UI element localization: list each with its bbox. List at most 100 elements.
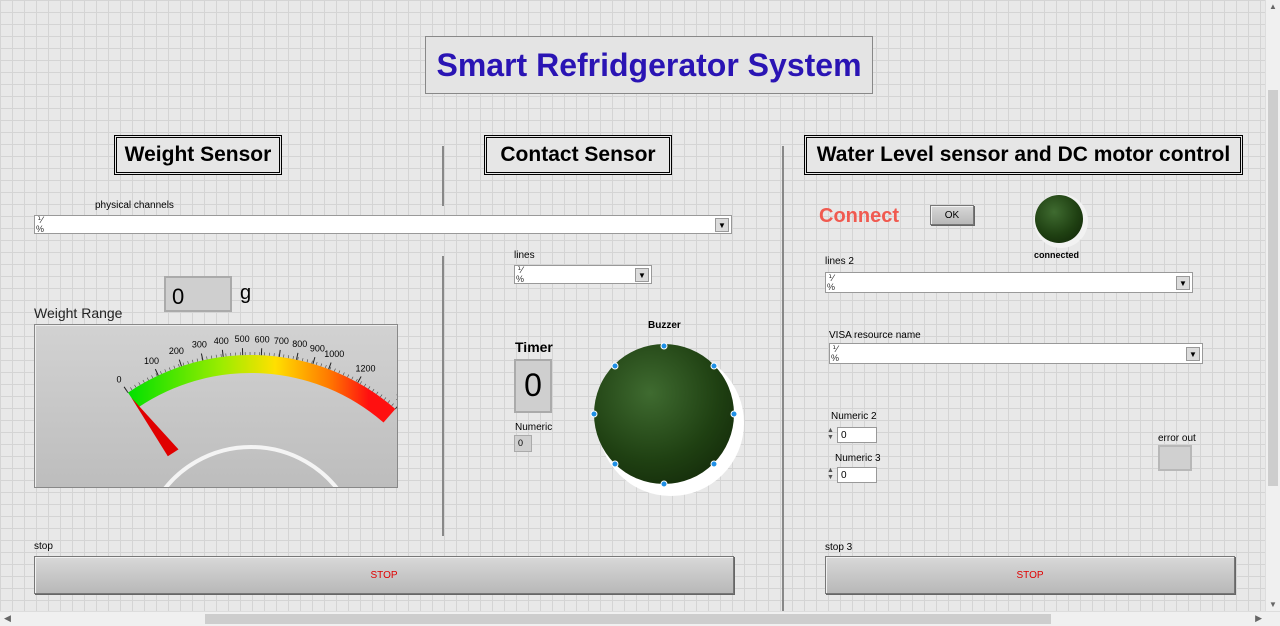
gauge-tick-label: 200 bbox=[169, 346, 184, 356]
numeric2-spinner[interactable]: ▲ ▼ bbox=[826, 427, 835, 441]
gauge-tick-label: 400 bbox=[214, 336, 229, 346]
numeric2-input[interactable]: 0 bbox=[837, 427, 877, 443]
timer-display: 0 bbox=[514, 359, 552, 413]
lines-label: lines bbox=[514, 250, 535, 261]
lines2-label: lines 2 bbox=[825, 256, 854, 267]
chevron-down-icon[interactable]: ▼ bbox=[635, 268, 649, 282]
gauge-tick bbox=[357, 376, 362, 383]
gauge-needle bbox=[131, 397, 179, 457]
gauge-tick-label: 300 bbox=[192, 340, 207, 350]
numeric3-input[interactable]: 0 bbox=[837, 467, 877, 483]
gauge-minor-tick bbox=[146, 377, 149, 381]
connect-label: Connect bbox=[819, 205, 899, 227]
vertical-scrollbar[interactable]: ▲ ▼ bbox=[1265, 0, 1280, 612]
contact-sensor-title: Contact Sensor bbox=[484, 135, 672, 175]
divider-water bbox=[782, 146, 784, 612]
chevron-down-icon[interactable]: ▼ bbox=[1176, 276, 1190, 290]
visa-label: VISA resource name bbox=[829, 330, 921, 341]
gauge-minor-tick bbox=[351, 376, 354, 380]
numeric-label: Numeric bbox=[515, 422, 553, 433]
stop-label: stop bbox=[34, 541, 53, 552]
gauge-minor-tick bbox=[287, 355, 290, 359]
gauge-minor-tick bbox=[355, 378, 358, 382]
buzzer-selection-handles bbox=[590, 342, 738, 488]
gauge-inner-arc bbox=[158, 445, 344, 497]
gauge-tick bbox=[154, 368, 159, 376]
gauge-tick-label: 1000 bbox=[324, 349, 344, 359]
gauge-minor-tick bbox=[380, 394, 383, 398]
gauge-tick bbox=[178, 359, 182, 367]
ok-button[interactable]: OK bbox=[930, 205, 974, 225]
horizontal-scroll-thumb[interactable] bbox=[205, 614, 1051, 624]
gauge-tick-label: 1200 bbox=[355, 364, 375, 374]
gauge-tick-label: 0 bbox=[117, 374, 122, 384]
physical-channels-label: physical channels bbox=[95, 200, 174, 211]
lines2-select[interactable]: ⅟% ▼ bbox=[825, 272, 1193, 293]
gauge-minor-tick bbox=[168, 367, 171, 371]
gauge-minor-tick bbox=[306, 359, 309, 363]
gauge-tick bbox=[328, 362, 332, 370]
gauge-minor-tick bbox=[325, 365, 327, 369]
numeric2-label: Numeric 2 bbox=[831, 411, 877, 422]
gauge-tick-label: 900 bbox=[310, 344, 325, 354]
gauge-tick-label: 600 bbox=[255, 334, 270, 344]
gauge-minor-tick bbox=[206, 356, 208, 360]
gauge-tick-label: 100 bbox=[144, 356, 159, 366]
visa-icon: ⅟% bbox=[830, 343, 839, 363]
stop-button[interactable]: STOP bbox=[34, 556, 734, 594]
gauge-minor-tick bbox=[187, 361, 189, 365]
gauge-minor-tick bbox=[368, 386, 371, 390]
gauge-tick-label: 500 bbox=[235, 334, 250, 344]
numeric3-label: Numeric 3 bbox=[835, 453, 881, 464]
gauge-minor-tick bbox=[364, 383, 367, 387]
gauge-minor-tick bbox=[292, 356, 294, 360]
gauge-minor-tick bbox=[142, 379, 145, 383]
timer-label: Timer bbox=[515, 339, 553, 355]
gauge-minor-tick bbox=[164, 369, 167, 373]
gauge-tick bbox=[221, 349, 224, 357]
scroll-left-icon[interactable]: ◀ bbox=[4, 613, 11, 624]
gauge-minor-tick bbox=[342, 372, 345, 376]
stop3-label: stop 3 bbox=[825, 542, 853, 553]
numeric3-spinner[interactable]: ▲ ▼ bbox=[826, 467, 835, 481]
scroll-down-icon[interactable]: ▼ bbox=[1269, 600, 1277, 609]
visa-resource-select[interactable]: ⅟% ▼ bbox=[829, 343, 1203, 364]
numeric-indicator: 0 bbox=[514, 435, 532, 452]
vertical-scroll-thumb[interactable] bbox=[1268, 90, 1278, 486]
scroll-up-icon[interactable]: ▲ bbox=[1269, 2, 1277, 11]
gauge-minor-tick bbox=[151, 375, 154, 379]
chevron-down-icon[interactable]: ▼ bbox=[1186, 347, 1200, 361]
gauge-minor-tick bbox=[383, 397, 387, 401]
weight-reading: 0 bbox=[164, 276, 232, 312]
gauge-minor-tick bbox=[311, 360, 313, 364]
divider-contact bbox=[442, 256, 444, 536]
error-out-label: error out bbox=[1158, 433, 1196, 444]
connected-label: connected bbox=[1034, 250, 1080, 260]
error-out-cluster bbox=[1158, 445, 1192, 471]
buzzer-label: Buzzer bbox=[648, 320, 681, 331]
gauge-minor-tick bbox=[372, 388, 375, 392]
weight-unit: g bbox=[240, 282, 252, 304]
gauge-minor-tick bbox=[134, 384, 137, 388]
gauge-tick-label: 800 bbox=[292, 339, 307, 349]
scroll-right-icon[interactable]: ▶ bbox=[1255, 613, 1262, 624]
gauge-minor-tick bbox=[315, 361, 318, 365]
gauge-minor-tick bbox=[160, 371, 162, 375]
physical-channels-select[interactable]: ⅟% ▼ bbox=[34, 215, 732, 234]
chevron-down-icon[interactable]: ▼ bbox=[715, 218, 729, 232]
gauge-minor-tick bbox=[347, 374, 350, 378]
gauge-minor-tick bbox=[302, 358, 304, 362]
io-line-icon: ⅟% bbox=[826, 272, 835, 292]
gauge-minor-tick bbox=[329, 366, 332, 370]
lines-select[interactable]: ⅟% ▼ bbox=[514, 265, 652, 284]
gauge-minor-tick bbox=[173, 365, 176, 369]
stop3-button[interactable]: STOP bbox=[825, 556, 1235, 594]
gauge-minor-tick bbox=[138, 382, 141, 386]
connected-led bbox=[1035, 195, 1083, 243]
gauge-minor-tick bbox=[359, 381, 362, 385]
gauge-tick bbox=[312, 357, 316, 365]
gauge-minor-tick bbox=[178, 364, 180, 368]
horizontal-scrollbar[interactable]: ◀ ▶ bbox=[0, 611, 1280, 626]
gauge-dial: 0 100 200 300 400 500 600 7008009001000 1200 1500 bbox=[117, 334, 416, 497]
gauge-minor-tick bbox=[334, 368, 336, 372]
